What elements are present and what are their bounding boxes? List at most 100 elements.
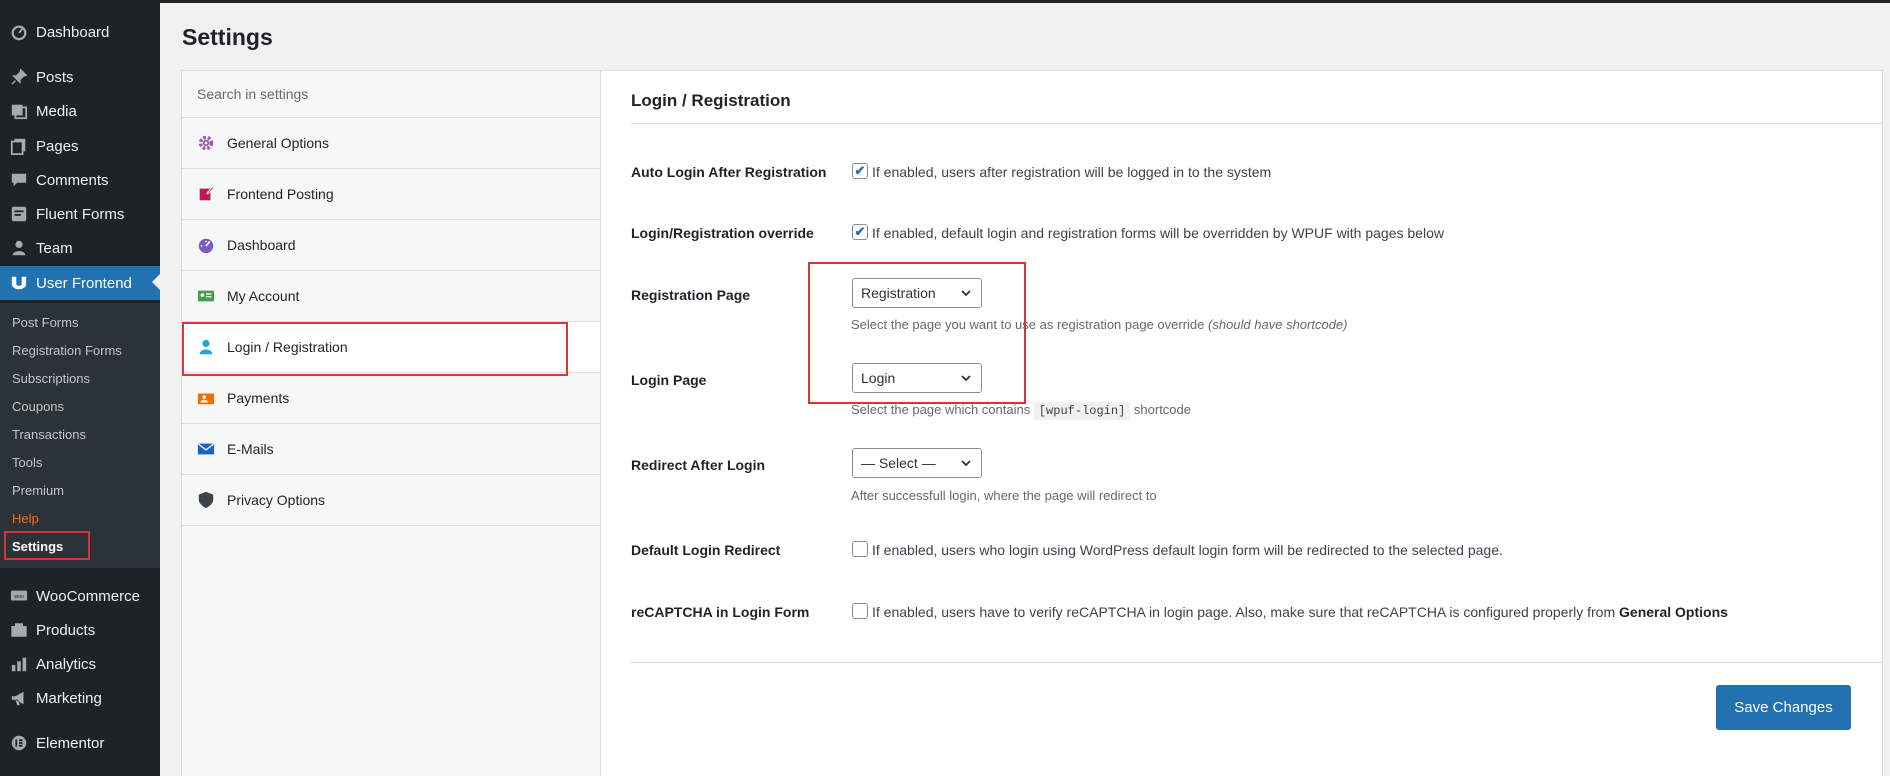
login-page-description: Select the page which contains [wpuf-log… [851,402,1191,420]
redirect-after-login-label: Redirect After Login [631,457,766,473]
redirect-after-login-select[interactable]: — Select — [852,448,982,478]
menu-woocommerce[interactable]: woo WooCommerce [0,580,160,612]
forms-icon [9,204,29,224]
menu-label: Marketing [36,689,102,707]
menu-dashboard[interactable]: Dashboard [0,16,160,48]
menu-marketing[interactable]: Marketing [0,682,160,714]
divider [631,123,1883,124]
user-frontend-submenu: Post Forms Registration Forms Subscripti… [0,303,160,568]
dashboard-icon [9,22,29,42]
user-frontend-icon [9,273,29,293]
menu-label: Media [36,102,77,120]
submenu-tools[interactable]: Tools [12,455,42,470]
id-card-icon [196,286,216,306]
submenu-registration-forms[interactable]: Registration Forms [12,343,122,358]
menu-label: Posts [36,68,74,86]
recaptcha-description: If enabled, users have to verify reCAPTC… [872,604,1728,620]
nav-label: Frontend Posting [227,186,334,202]
nav-general-options[interactable]: General Options [182,118,600,169]
nav-payments[interactable]: Payments [182,373,600,424]
default-login-redirect-description: If enabled, users who login using WordPr… [872,542,1503,558]
nav-label: My Account [227,288,300,304]
top-bar [0,0,1890,3]
dashboard-icon [196,235,216,255]
auto-login-description: If enabled, users after registration wil… [872,164,1272,180]
media-icon [9,101,29,121]
save-changes-button[interactable]: Save Changes [1716,685,1851,730]
pages-icon [9,136,29,156]
nav-frontend-posting[interactable]: Frontend Posting [182,169,600,220]
menu-label: Analytics [36,655,97,673]
login-registration-highlight-outline [182,322,568,376]
submenu-help[interactable]: Help [12,511,39,526]
login-page-label: Login Page [631,372,707,388]
default-login-redirect-label: Default Login Redirect [631,542,781,558]
checkmark-icon: ✔ [854,163,866,178]
nav-label: Payments [227,390,290,406]
edit-icon [196,184,216,204]
nav-label: Dashboard [227,237,296,253]
nav-privacy-options[interactable]: Privacy Options [182,475,600,526]
settings-search [182,71,600,118]
submenu-coupons[interactable]: Coupons [12,399,64,414]
admin-sidebar: Dashboard Posts Media Pages Comments Flu… [0,0,160,776]
submenu-transactions[interactable]: Transactions [12,427,86,442]
section-title: Login / Registration [631,91,791,110]
page-title: Settings [182,24,273,50]
general-options-link[interactable]: General Options [1619,604,1728,620]
checkmark-icon: ✔ [854,224,866,239]
override-label: Login/Registration override [631,225,814,241]
settings-content: Login / Registration Auto Login After Re… [600,70,1883,776]
recaptcha-checkbox[interactable] [852,603,868,619]
settings-nav: General Options Frontend Posting Dashboa… [181,70,602,776]
settings-search-input[interactable] [182,71,600,117]
menu-label: Comments [36,171,109,189]
page-selects-highlight-outline [808,262,1026,404]
menu-label: Products [36,621,96,639]
nav-label: Privacy Options [227,492,326,508]
comments-icon [9,170,29,190]
nav-label: General Options [227,135,329,151]
menu-label: Dashboard [36,23,110,41]
payments-icon [196,388,216,408]
registration-page-label: Registration Page [631,287,751,303]
submenu-premium[interactable]: Premium [12,483,64,498]
menu-posts[interactable]: Posts [0,61,160,93]
menu-products[interactable]: Products [0,614,160,646]
override-description: If enabled, default login and registrati… [872,225,1444,241]
products-icon [9,620,29,640]
menu-fluent-forms[interactable]: Fluent Forms [0,198,160,230]
auto-login-label: Auto Login After Registration [631,164,827,180]
override-checkbox[interactable]: ✔ [852,224,868,240]
menu-label: Fluent Forms [36,205,125,223]
auto-login-checkbox[interactable]: ✔ [852,163,868,179]
menu-comments[interactable]: Comments [0,164,160,196]
nav-dashboard[interactable]: Dashboard [182,220,600,271]
menu-label: Elementor [36,734,105,752]
menu-label: User Frontend [36,274,132,292]
menu-media[interactable]: Media [0,95,160,127]
submenu-subscriptions[interactable]: Subscriptions [12,371,90,386]
menu-team[interactable]: Team [0,232,160,264]
email-icon [196,439,216,459]
nav-emails[interactable]: E-Mails [182,424,600,475]
menu-label: WooCommerce [36,587,140,605]
marketing-icon [9,688,29,708]
nav-my-account[interactable]: My Account [182,271,600,322]
submenu-post-forms[interactable]: Post Forms [12,315,78,330]
shield-icon [196,490,216,510]
menu-user-frontend[interactable]: User Frontend [0,266,160,300]
select-value: — Select — [861,455,936,471]
svg-text:woo: woo [13,594,24,600]
shortcode: [wpuf-login] [1033,402,1131,420]
recaptcha-label: reCAPTCHA in Login Form [631,604,810,620]
settings-highlight-outline [4,531,90,560]
menu-elementor[interactable]: Elementor [0,727,160,759]
chevron-down-icon [961,460,971,467]
menu-analytics[interactable]: Analytics [0,648,160,680]
pin-icon [9,67,29,87]
default-login-redirect-checkbox[interactable] [852,541,868,557]
elementor-icon [9,733,29,753]
menu-pages[interactable]: Pages [0,130,160,162]
redirect-after-login-description: After successfull login, where the page … [851,488,1157,503]
